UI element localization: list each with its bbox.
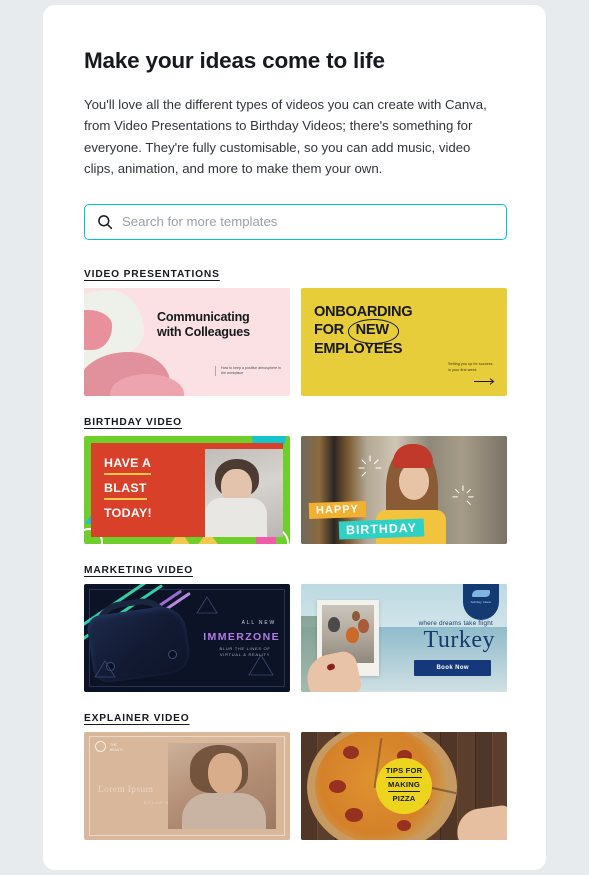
badge-line1: TIPS FOR [385, 766, 423, 779]
brand-badge: holiday travel [463, 583, 499, 620]
page-description: You'll love all the different types of v… [84, 97, 487, 177]
template-eyebrow: ALL NEW [241, 619, 276, 626]
template-card-beauty-explainer[interactable]: THE BEAUTY Lorem Ipsum DOLOR SIT [84, 731, 290, 840]
template-card-communicating-with-colleagues[interactable]: Communicating with Colleagues How to kee… [84, 287, 290, 396]
pepperoni [343, 745, 359, 759]
template-tagline: BLUR THE LINES OF VIRTUAL & REALITY [214, 646, 276, 660]
photo-face [399, 463, 430, 500]
template-subtitle: How to keep a positive atmosphere in the… [215, 365, 282, 377]
template-title: Communicating with Colleagues [157, 310, 280, 341]
page-background: Make your ideas come to life You'll love… [0, 0, 589, 875]
template-title: ONBOARDING FOR NEW EMPLOYEES [314, 303, 413, 359]
template-card-tips-for-making-pizza[interactable]: TIPS FOR MAKING PIZZA [301, 731, 507, 840]
badge-icon [472, 589, 490, 597]
template-grid: THE BEAUTY Lorem Ipsum DOLOR SIT TIPS FO… [84, 731, 507, 840]
pepperoni [329, 779, 346, 793]
vr-lens [168, 649, 177, 659]
search-box[interactable] [84, 203, 507, 240]
section-label[interactable]: BIRTHDAY VIDEO [84, 417, 182, 428]
search-icon [98, 214, 113, 229]
badge-line2: MAKING [388, 780, 420, 792]
person-photo [205, 448, 283, 537]
person-photo [168, 742, 276, 829]
templates-panel: Make your ideas come to life You'll love… [43, 5, 546, 870]
brand-logo-icon [95, 740, 106, 752]
template-card-immerzone-vr[interactable]: ALL NEW IMMERZONE BLUR THE LINES OF VIRT… [84, 583, 290, 692]
template-card-happy-birthday[interactable]: HAPPY BIRTHDAY [301, 435, 507, 544]
template-title-line2: BLAST [104, 482, 147, 501]
template-title-line2: with Colleagues [157, 325, 250, 340]
page-title: Make your ideas come to life [84, 48, 385, 73]
section-birthday-video: BIRTHDAY VIDEO HAVE A BLAST TODAY! HAPPY… [84, 412, 507, 544]
photo-body [182, 792, 266, 829]
template-title: Lorem Ipsum [98, 783, 154, 795]
highlight-happy: HAPPY [308, 500, 367, 519]
highlight-birthday: BIRTHDAY [338, 518, 425, 539]
tagline-line1: BLUR THE LINES OF [219, 645, 271, 651]
hot-air-balloon [328, 616, 340, 632]
template-card-turkey-travel[interactable]: holiday travel where dreams take flight … [301, 583, 507, 692]
template-title-line2: FOR NEW [314, 319, 412, 344]
template-title-line1: HAVE A [104, 456, 152, 475]
brand-line2: BEAUTY [110, 747, 124, 752]
hot-air-balloon [346, 626, 359, 643]
decorative-triangle [196, 595, 218, 613]
template-panel: HAVE A BLAST TODAY! [91, 442, 283, 537]
badge-label: holiday travel [470, 599, 492, 604]
photo-face [208, 752, 242, 795]
section-video-presentations: VIDEO PRESENTATIONS Communicating with C… [84, 264, 507, 396]
title-word-new-circled: NEW [347, 319, 399, 344]
template-destination: Turkey [423, 626, 495, 653]
section-label[interactable]: VIDEO PRESENTATIONS [84, 269, 220, 280]
template-title-line1: ONBOARDING [314, 303, 413, 320]
pepperoni [397, 819, 411, 831]
sparkle-icon [358, 454, 382, 477]
template-tagline: where dreams take flight [418, 619, 493, 627]
template-title-line1: Communicating [157, 309, 250, 324]
decorative-triangle [94, 659, 116, 677]
brand-logo-label: THE BEAUTY [110, 743, 124, 753]
section-marketing-video: MARKETING VIDEO ALL NEW IMMERZONE BLUR T… [84, 560, 507, 692]
title-word-for: FOR [314, 322, 344, 339]
book-now-button[interactable]: Book Now [414, 659, 491, 676]
template-title-line3: TODAY! [104, 506, 152, 521]
decorative-square [256, 535, 276, 544]
section-label[interactable]: MARKETING VIDEO [84, 565, 193, 576]
template-brand: IMMERZONE [203, 630, 280, 643]
template-card-onboarding-for-new-employees[interactable]: ONBOARDING FOR NEW EMPLOYEES Setting you… [301, 287, 507, 396]
badge-line3: PIZZA [392, 793, 416, 803]
template-grid: ALL NEW IMMERZONE BLUR THE LINES OF VIRT… [84, 583, 507, 692]
template-card-have-a-blast-today[interactable]: HAVE A BLAST TODAY! [84, 435, 290, 544]
arrow-right-icon [474, 377, 495, 385]
search-input[interactable] [122, 204, 496, 239]
tagline-line2: VIRTUAL & REALITY [219, 652, 271, 658]
section-label[interactable]: EXPLAINER VIDEO [84, 713, 190, 724]
photo-body [205, 497, 267, 537]
hot-air-balloon [358, 618, 369, 633]
template-grid: Communicating with Colleagues How to kee… [84, 287, 507, 396]
template-subtitle: Setting you up for success in your first… [448, 361, 493, 372]
pizza-badge: TIPS FOR MAKING PIZZA [376, 757, 432, 814]
hot-air-balloon [352, 610, 360, 621]
section-explainer-video: EXPLAINER VIDEO THE BEAUTY Lorem Ipsum D… [84, 708, 507, 840]
template-grid: HAVE A BLAST TODAY! HAPPY BIRTHDAY [84, 435, 507, 544]
sparkle-icon [452, 484, 474, 505]
pepperoni [345, 807, 363, 822]
template-title: HAVE A BLAST TODAY! [104, 456, 152, 531]
